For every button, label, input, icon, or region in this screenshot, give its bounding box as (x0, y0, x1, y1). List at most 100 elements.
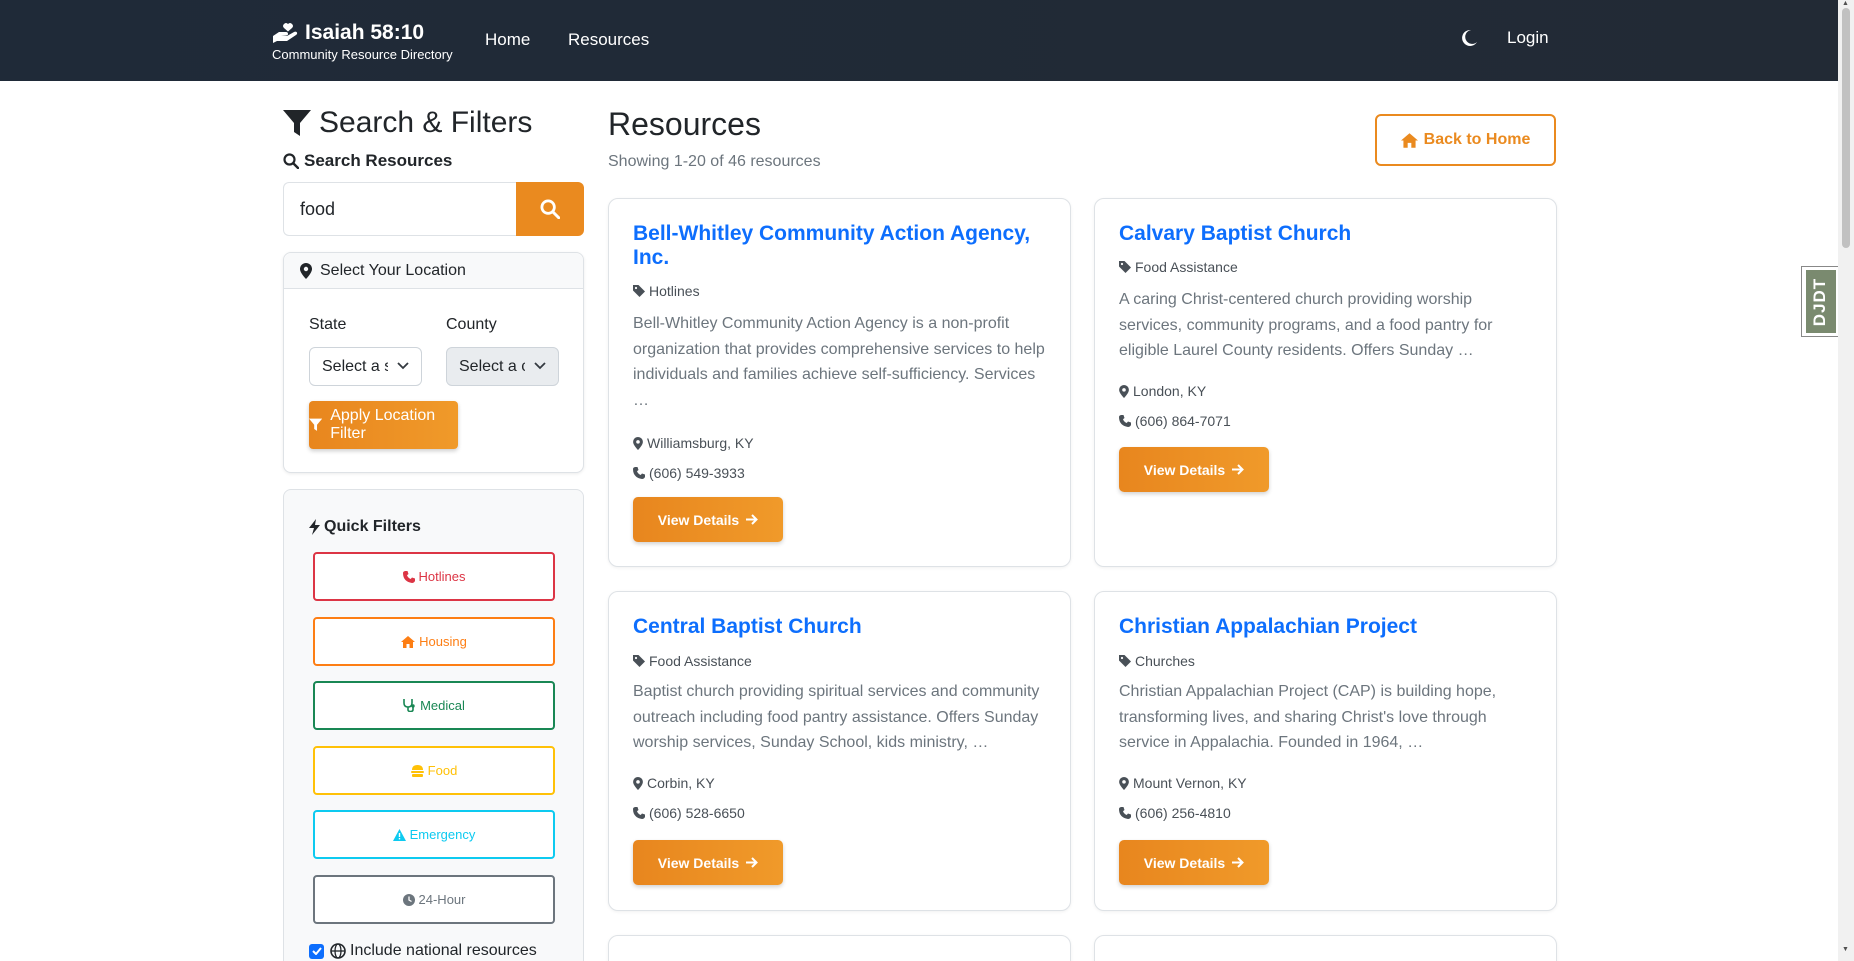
tag-icon (1119, 261, 1131, 273)
resource-card: Calvary Baptist Church Food Assistance A… (1094, 198, 1557, 567)
map-marker-icon (1119, 384, 1129, 398)
navbar: Isaiah 58:10 Community Resource Director… (0, 0, 1838, 81)
arrow-right-icon (746, 514, 759, 525)
quick-filter-emergency-label: Emergency (409, 827, 476, 842)
back-to-home-button[interactable]: Back to Home (1375, 114, 1556, 166)
resource-category-text: Churches (1135, 653, 1195, 669)
state-select-value: Select a state (322, 357, 388, 375)
view-details-label: View Details (1143, 461, 1226, 478)
resource-title[interactable]: Bell-Whitley Community Action Agency, In… (633, 222, 1033, 270)
map-marker-icon (633, 436, 643, 450)
resource-location: Mount Vernon, KY (1119, 775, 1247, 791)
search-icon (540, 199, 560, 219)
tag-icon (633, 285, 645, 297)
scroll-down-icon[interactable]: ▼ (1842, 946, 1849, 953)
arrow-right-icon (1232, 464, 1245, 475)
arrow-right-icon (746, 857, 759, 868)
scroll-up-icon[interactable]: ▲ (1842, 0, 1849, 7)
resource-description: A caring Christ-centered church providin… (1119, 291, 1493, 359)
view-details-button[interactable]: View Details (633, 497, 783, 542)
nav-home-link[interactable]: Home (485, 30, 530, 50)
resource-card: Christian Appalachian Project Churches C… (1094, 591, 1557, 911)
stethoscope-icon (403, 699, 415, 712)
view-details-label: View Details (657, 854, 740, 871)
brand[interactable]: Isaiah 58:10 Community Resource Director… (271, 21, 453, 62)
resource-title[interactable]: Calvary Baptist Church (1119, 222, 1519, 246)
view-details-button[interactable]: View Details (633, 840, 783, 885)
quick-filter-24-hour[interactable]: 24-Hour (313, 875, 555, 924)
scrollbar-thumb[interactable] (1842, 8, 1850, 248)
county-label: County (446, 316, 497, 333)
search-button[interactable] (516, 182, 584, 236)
resource-category: Food Assistance (1119, 259, 1238, 275)
view-details-label: View Details (1143, 854, 1226, 871)
resource-location: Williamsburg, KY (633, 435, 754, 451)
county-select[interactable]: Select a county (446, 347, 559, 386)
home-icon (1400, 132, 1418, 148)
county-select-value: Select a county (459, 357, 525, 375)
resource-phone: (606) 549-3933 (633, 465, 745, 481)
chevron-down-icon (534, 362, 546, 370)
national-resources-option[interactable]: Include national resources (309, 942, 537, 960)
arrow-right-icon (1232, 857, 1245, 868)
results-count: Showing 1-20 of 46 resources (608, 153, 821, 170)
view-details-button[interactable]: View Details (1119, 840, 1269, 885)
national-resources-checkbox[interactable] (309, 943, 324, 959)
filter-icon (283, 109, 311, 136)
login-link[interactable]: Login (1507, 28, 1549, 48)
resource-category: Food Assistance (633, 653, 752, 669)
quick-filter-food-label: Food (427, 763, 458, 778)
bolt-icon (309, 519, 320, 535)
search-input[interactable] (283, 182, 516, 236)
resource-card (1094, 935, 1557, 961)
resource-phone: (606) 864-7071 (1119, 413, 1231, 429)
quick-filters-card: Quick Filters Hotlines Housing Medical F… (283, 489, 584, 961)
resource-location-text: Williamsburg, KY (647, 435, 754, 451)
resource-title[interactable]: Central Baptist Church (633, 615, 1033, 639)
scrollbar[interactable]: ▲ ▼ (1838, 0, 1854, 961)
quick-filter-housing[interactable]: Housing (313, 617, 555, 666)
globe-icon (330, 943, 346, 959)
resource-card: Central Baptist Church Food Assistance B… (608, 591, 1071, 911)
state-select[interactable]: Select a state (309, 347, 422, 386)
search-icon (283, 153, 299, 169)
warning-icon (392, 828, 406, 841)
moon-icon[interactable] (1459, 28, 1479, 48)
brand-subtitle: Community Resource Directory (272, 47, 453, 62)
resource-category: Hotlines (633, 283, 700, 299)
resource-phone: (606) 256-4810 (1119, 805, 1231, 821)
quick-filter-24-hour-label: 24-Hour (418, 892, 466, 907)
tag-icon (1119, 655, 1131, 667)
hand-holding-heart-icon (273, 23, 298, 43)
nav-resources-link[interactable]: Resources (568, 30, 649, 50)
map-marker-icon (1119, 776, 1129, 790)
phone-icon (633, 807, 645, 819)
phone-icon (1119, 415, 1131, 427)
filter-icon (309, 418, 323, 431)
resource-phone-text: (606) 528-6650 (649, 805, 745, 821)
quick-filter-medical[interactable]: Medical (313, 681, 555, 730)
view-details-button[interactable]: View Details (1119, 447, 1269, 492)
sidebar-title: Search & Filters (283, 106, 532, 140)
quick-filter-food[interactable]: Food (313, 746, 555, 795)
search-group (283, 182, 584, 236)
checkmark-icon (311, 947, 322, 955)
resource-location-text: Corbin, KY (647, 775, 715, 791)
location-card: Select Your Location State County Select… (283, 252, 584, 473)
map-marker-icon (300, 262, 312, 279)
resource-title[interactable]: Christian Appalachian Project (1119, 615, 1519, 639)
burger-icon (410, 764, 424, 777)
resource-description: Baptist church providing spiritual servi… (633, 683, 1040, 751)
map-marker-icon (633, 776, 643, 790)
apply-location-label: Apply Location Filter (330, 407, 436, 442)
quick-filter-hotlines[interactable]: Hotlines (313, 552, 555, 601)
resource-location: London, KY (1119, 383, 1206, 399)
view-details-label: View Details (657, 511, 740, 528)
debug-toolbar-handle[interactable]: DJDT (1801, 266, 1839, 337)
resource-phone-text: (606) 864-7071 (1135, 413, 1231, 429)
resource-category-text: Food Assistance (649, 653, 752, 669)
quick-filter-emergency[interactable]: Emergency (313, 810, 555, 859)
brand-title: Isaiah 58:10 (305, 21, 425, 44)
apply-location-button[interactable]: Apply Location Filter (309, 401, 458, 449)
quick-filters-title-text: Quick Filters (324, 518, 421, 535)
